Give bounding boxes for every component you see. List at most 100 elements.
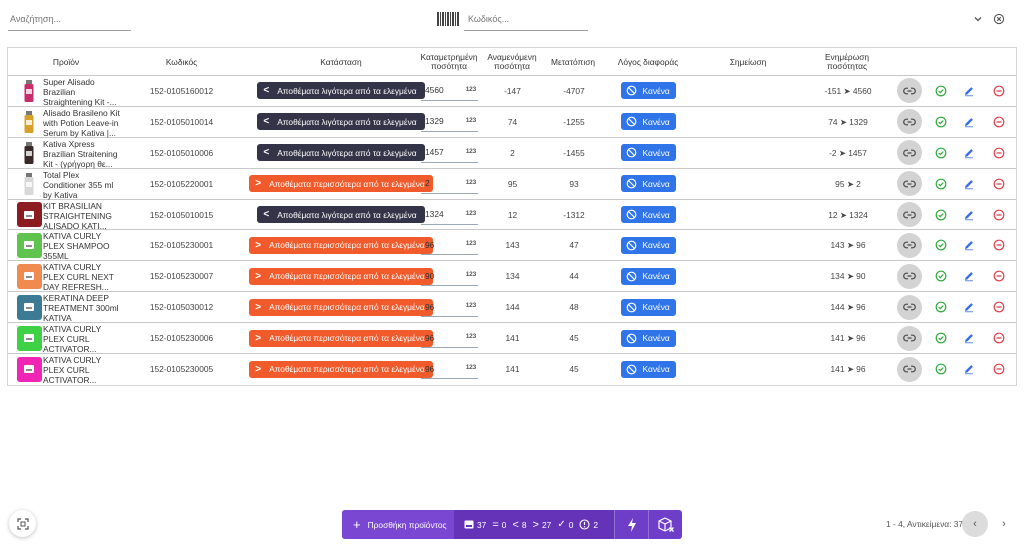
counted-quantity-field[interactable]: 1329 123 — [421, 112, 478, 132]
counted-quantity-value[interactable]: 96 — [421, 364, 434, 374]
remove-button[interactable] — [989, 230, 1009, 260]
remove-button[interactable] — [989, 323, 1009, 353]
counted-quantity-value[interactable]: 1457 — [421, 147, 444, 157]
chevron-down-icon[interactable] — [972, 13, 984, 25]
remove-button[interactable] — [989, 107, 1009, 137]
confirm-button[interactable] — [931, 76, 951, 106]
counted-quantity-value[interactable]: 1329 — [421, 116, 444, 126]
confirm-button[interactable] — [931, 323, 951, 353]
table-row[interactable]: KATIVA CURLY PLEX SHAMPOO 355ML 152-01052… — [8, 230, 1016, 261]
counted-quantity-value[interactable]: 96 — [421, 333, 434, 343]
close-circle-icon[interactable] — [993, 13, 1005, 25]
counted-quantity-value[interactable]: 90 — [421, 271, 434, 281]
reason-button[interactable]: Κανένα — [620, 329, 676, 347]
remove-button[interactable] — [989, 354, 1009, 385]
confirm-button[interactable] — [931, 230, 951, 260]
table-row[interactable]: KERATINA DEEP TREATMENT 300ml KATIVA 152-… — [8, 292, 1016, 323]
counted-quantity-field[interactable]: 1324 123 — [421, 205, 478, 225]
code-field[interactable] — [464, 8, 588, 31]
table-row[interactable]: Super Alisado Brazilian Straightening Ki… — [8, 76, 1016, 107]
edit-button[interactable] — [959, 169, 979, 199]
note-cell[interactable] — [698, 230, 798, 260]
note-cell[interactable] — [698, 107, 798, 137]
note-cell[interactable] — [698, 292, 798, 322]
header-expected[interactable]: Αναμενόμενη ποσότητα — [482, 48, 542, 76]
confirm-button[interactable] — [931, 169, 951, 199]
table-row[interactable]: KATIVA CURLY PLEX CURL NEXT DAY REFRESH.… — [8, 261, 1016, 292]
search-field[interactable] — [8, 8, 131, 31]
confirm-button[interactable] — [931, 138, 951, 168]
add-product-button[interactable]: + Προσθήκη προϊόντος — [342, 510, 454, 539]
remove-button[interactable] — [989, 292, 1009, 322]
edit-button[interactable] — [959, 354, 979, 385]
counted-quantity-field[interactable]: 2 123 — [421, 174, 478, 194]
counted-quantity-field[interactable]: 4560 123 — [421, 81, 478, 101]
table-row[interactable]: Kativa Xpress Brazilian Straitening Kit … — [8, 138, 1016, 169]
edit-button[interactable] — [959, 323, 979, 353]
header-product[interactable]: Προϊόν — [16, 48, 116, 76]
edit-button[interactable] — [959, 200, 979, 230]
edit-button[interactable] — [959, 76, 979, 106]
counted-quantity-field[interactable]: 96 123 — [421, 297, 478, 318]
counted-quantity-field[interactable]: 96 123 — [421, 328, 478, 349]
link-button[interactable] — [896, 292, 923, 322]
counted-quantity-field[interactable]: 96 123 — [421, 235, 478, 256]
reason-button[interactable]: Κανένα — [620, 236, 676, 254]
link-button[interactable] — [896, 76, 923, 106]
link-button[interactable] — [896, 107, 923, 137]
note-cell[interactable] — [698, 323, 798, 353]
reason-button[interactable]: Κανένα — [620, 360, 676, 378]
link-button[interactable] — [896, 323, 923, 353]
remove-button[interactable] — [989, 261, 1009, 291]
counted-quantity-value[interactable]: 96 — [421, 302, 434, 312]
header-status[interactable]: Κατάσταση — [236, 48, 446, 76]
barcode-icon[interactable] — [437, 12, 459, 26]
counted-quantity-value[interactable]: 2 — [421, 178, 430, 188]
confirm-button[interactable] — [931, 261, 951, 291]
next-page-button[interactable]: › — [998, 517, 1010, 531]
link-button[interactable] — [896, 138, 923, 168]
edit-button[interactable] — [959, 292, 979, 322]
link-button[interactable] — [896, 169, 923, 199]
reason-button[interactable]: Κανένα — [620, 113, 676, 131]
link-button[interactable] — [896, 354, 923, 385]
note-cell[interactable] — [698, 169, 798, 199]
header-note[interactable]: Σημείωση — [698, 48, 798, 76]
confirm-button[interactable] — [931, 200, 951, 230]
table-row[interactable]: KATIVA CURLY PLEX CURL ACTIVATOR... 152-0… — [8, 323, 1016, 354]
edit-button[interactable] — [959, 261, 979, 291]
edit-button[interactable] — [959, 107, 979, 137]
table-row[interactable]: Total Plex Conditioner 355 ml by Kativa 1… — [8, 169, 1016, 200]
header-reason[interactable]: Λόγος διαφοράς — [608, 48, 688, 76]
remove-button[interactable] — [989, 169, 1009, 199]
header-code[interactable]: Κωδικός — [139, 48, 224, 76]
remove-button[interactable] — [989, 138, 1009, 168]
note-cell[interactable] — [698, 200, 798, 230]
reason-button[interactable]: Κανένα — [620, 206, 676, 223]
lightning-button[interactable] — [614, 510, 648, 539]
confirm-button[interactable] — [931, 107, 951, 137]
link-button[interactable] — [896, 261, 923, 291]
box-x-button[interactable] — [648, 510, 682, 539]
table-row[interactable]: KIT BRASILIAN STRAIGHTENING ALISADO KATI… — [8, 200, 1016, 231]
counted-quantity-value[interactable]: 96 — [421, 240, 434, 250]
header-shift[interactable]: Μετατόπιση — [544, 48, 602, 76]
reason-button[interactable]: Κανένα — [620, 175, 676, 193]
counted-quantity-value[interactable]: 4560 — [421, 85, 444, 95]
scan-frame-button[interactable] — [9, 510, 36, 537]
link-button[interactable] — [896, 200, 923, 230]
reason-button[interactable]: Κανένα — [620, 298, 676, 316]
confirm-button[interactable] — [931, 354, 951, 385]
remove-button[interactable] — [989, 200, 1009, 230]
stats-summary[interactable]: 37 = 0 < 8 > 27 ✓ 0 2 — [454, 510, 614, 539]
confirm-button[interactable] — [931, 292, 951, 322]
reason-button[interactable]: Κανένα — [620, 82, 676, 100]
header-counted[interactable]: Καταμετρημένη ποσότητα — [416, 48, 482, 76]
previous-page-button[interactable]: ‹ — [962, 511, 988, 537]
table-row[interactable]: Alisado Brasileno Kit with Potion Leave-… — [8, 107, 1016, 138]
remove-button[interactable] — [989, 76, 1009, 106]
counted-quantity-field[interactable]: 96 123 — [421, 359, 478, 380]
link-button[interactable] — [896, 230, 923, 260]
code-input[interactable] — [464, 8, 588, 30]
counted-quantity-field[interactable]: 1457 123 — [421, 143, 478, 163]
